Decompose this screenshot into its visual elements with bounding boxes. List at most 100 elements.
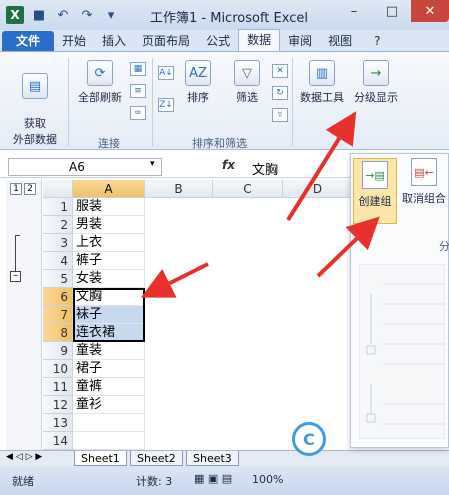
selection-range — [73, 288, 145, 342]
connections-icon[interactable]: ▦ — [130, 62, 146, 76]
divider — [152, 58, 153, 146]
help-icon[interactable]: ? — [366, 31, 388, 51]
sheet-tab-2[interactable]: Sheet2 — [130, 451, 183, 466]
function-icon[interactable]: fx — [222, 158, 235, 172]
external-data-icon: ▤ — [22, 73, 48, 99]
refresh-icon: ⟳ — [87, 60, 113, 86]
tab-page-layout[interactable]: 页面布局 — [134, 31, 198, 51]
close-button[interactable]: ✕ — [411, 0, 449, 22]
cell-a14[interactable] — [73, 432, 145, 450]
get-external-data-label: 获取 外部数据 — [13, 117, 57, 146]
refresh-all-button[interactable]: ⟳ 全部刷新 — [74, 60, 126, 105]
row-header[interactable]: 5 — [43, 270, 73, 288]
tab-insert[interactable]: 插入 — [94, 31, 134, 51]
cell-a13[interactable] — [73, 414, 145, 432]
cell-a11[interactable]: 童裤 — [73, 378, 145, 396]
tab-formulas[interactable]: 公式 — [198, 31, 238, 51]
ungroup-label: 取消组合 — [402, 192, 446, 205]
create-group-button[interactable]: →▤ 创建组 — [353, 158, 397, 224]
customize-qat-icon[interactable]: ▾ — [102, 6, 120, 24]
tab-file[interactable]: 文件 — [2, 31, 55, 51]
title-bar: X ■ ↶ ↷ ▾ 工作簿1 - Microsoft Excel – □ ✕ — [0, 0, 449, 30]
cell-a1[interactable]: 服装 — [73, 198, 145, 216]
save-icon[interactable]: ■ — [30, 6, 48, 24]
cell-a2[interactable]: 男装 — [73, 216, 145, 234]
status-ready: 就绪 — [12, 475, 34, 488]
row-header[interactable]: 7 — [43, 306, 73, 324]
get-external-data-button[interactable]: ▤ 获取 外部数据 — [6, 60, 64, 147]
ungroup-icon: ▤← — [411, 158, 437, 186]
name-box-dropdown-icon[interactable]: ▾ — [150, 159, 155, 169]
row-header[interactable]: 12 — [43, 396, 73, 414]
select-all-corner[interactable] — [43, 180, 73, 198]
advanced-filter-icon[interactable]: ▿ — [272, 108, 288, 122]
sort-button[interactable]: AZ 排序 — [180, 60, 216, 105]
row-header[interactable]: 13 — [43, 414, 73, 432]
minimize-button[interactable]: – — [335, 0, 373, 22]
sheet-nav-icon[interactable]: ◀ ◁ ▷ ▶ — [6, 452, 42, 462]
ungroup-button[interactable]: ▤← 取消组合 — [401, 158, 447, 206]
tab-data[interactable]: 数据 — [238, 29, 281, 51]
reapply-icon[interactable]: ↻ — [272, 86, 288, 100]
column-header-d[interactable]: D — [283, 180, 353, 198]
cell-a5[interactable]: 女装 — [73, 270, 145, 288]
outline-bracket-top — [15, 235, 20, 236]
outline-icon: → — [363, 60, 389, 86]
outline-bracket — [15, 235, 16, 275]
filter-button[interactable]: ▽ 筛选 — [228, 60, 266, 105]
filter-label: 筛选 — [236, 91, 258, 104]
column-header-b[interactable]: B — [145, 180, 213, 198]
outline-level-2-button[interactable]: 2 — [24, 183, 36, 195]
row-header[interactable]: 6 — [43, 288, 73, 306]
watermark-icon: C — [292, 422, 326, 456]
cell-a3[interactable]: 上衣 — [73, 234, 145, 252]
divider — [292, 58, 293, 146]
sort-filter-group-label: 排序和筛选 — [192, 137, 247, 150]
clear-filter-icon[interactable]: ✕ — [272, 64, 288, 78]
window-title: 工作簿1 - Microsoft Excel — [150, 11, 308, 26]
outline-button[interactable]: → 分级显示 — [350, 60, 402, 105]
row-header[interactable]: 9 — [43, 342, 73, 360]
outline-level-1-button[interactable]: 1 — [10, 183, 22, 195]
tab-review[interactable]: 审阅 — [280, 31, 320, 51]
cell-a10[interactable]: 裙子 — [73, 360, 145, 378]
row-header[interactable]: 4 — [43, 252, 73, 270]
column-header-a[interactable]: A — [73, 180, 145, 198]
row-header[interactable]: 8 — [43, 324, 73, 342]
row-header[interactable]: 3 — [43, 234, 73, 252]
sheet-tab-3[interactable]: Sheet3 — [186, 451, 239, 466]
outline-label: 分级显示 — [354, 91, 398, 104]
group-tooltip-preview — [358, 263, 446, 440]
row-header[interactable]: 2 — [43, 216, 73, 234]
edit-links-icon[interactable]: ∞ — [130, 106, 146, 120]
sort-az-icon[interactable]: A↓ — [158, 66, 174, 80]
collapse-group-icon[interactable]: – — [10, 271, 21, 282]
redo-icon[interactable]: ↷ — [78, 6, 96, 24]
data-tools-label: 数据工具 — [300, 91, 344, 104]
undo-icon[interactable]: ↶ — [54, 6, 72, 24]
status-count: 计数: 3 — [136, 475, 173, 488]
sort-za-icon[interactable]: Z↓ — [158, 98, 174, 112]
sheet-tab-1[interactable]: Sheet1 — [74, 451, 127, 466]
row-header[interactable]: 14 — [43, 432, 73, 450]
zoom-level[interactable]: 100% — [252, 473, 283, 486]
sort-icon: AZ — [185, 60, 211, 86]
view-buttons-icon[interactable]: ▦ ▣ ▤ — [194, 472, 232, 485]
maximize-button[interactable]: □ — [373, 0, 411, 22]
row-header[interactable]: 11 — [43, 378, 73, 396]
cell-a12[interactable]: 童衫 — [73, 396, 145, 414]
tab-home[interactable]: 开始 — [54, 31, 94, 51]
tab-view[interactable]: 视图 — [320, 31, 360, 51]
name-box[interactable]: A6 — [8, 158, 162, 176]
refresh-all-label: 全部刷新 — [78, 91, 122, 104]
row-header[interactable]: 10 — [43, 360, 73, 378]
cell-a9[interactable]: 童装 — [73, 342, 145, 360]
formula-input[interactable]: 文胸 — [252, 159, 278, 178]
cell-a4[interactable]: 裤子 — [73, 252, 145, 270]
ribbon-tabs: 文件 开始 插入 页面布局 公式 数据 审阅 视图 ? — [0, 29, 449, 52]
row-header[interactable]: 1 — [43, 198, 73, 216]
properties-icon[interactable]: ≡ — [130, 84, 146, 98]
column-header-c[interactable]: C — [213, 180, 283, 198]
status-bar: 就绪 计数: 3 ▦ ▣ ▤ 100% — [0, 466, 449, 495]
data-tools-button[interactable]: ▥ 数据工具 — [298, 60, 346, 105]
